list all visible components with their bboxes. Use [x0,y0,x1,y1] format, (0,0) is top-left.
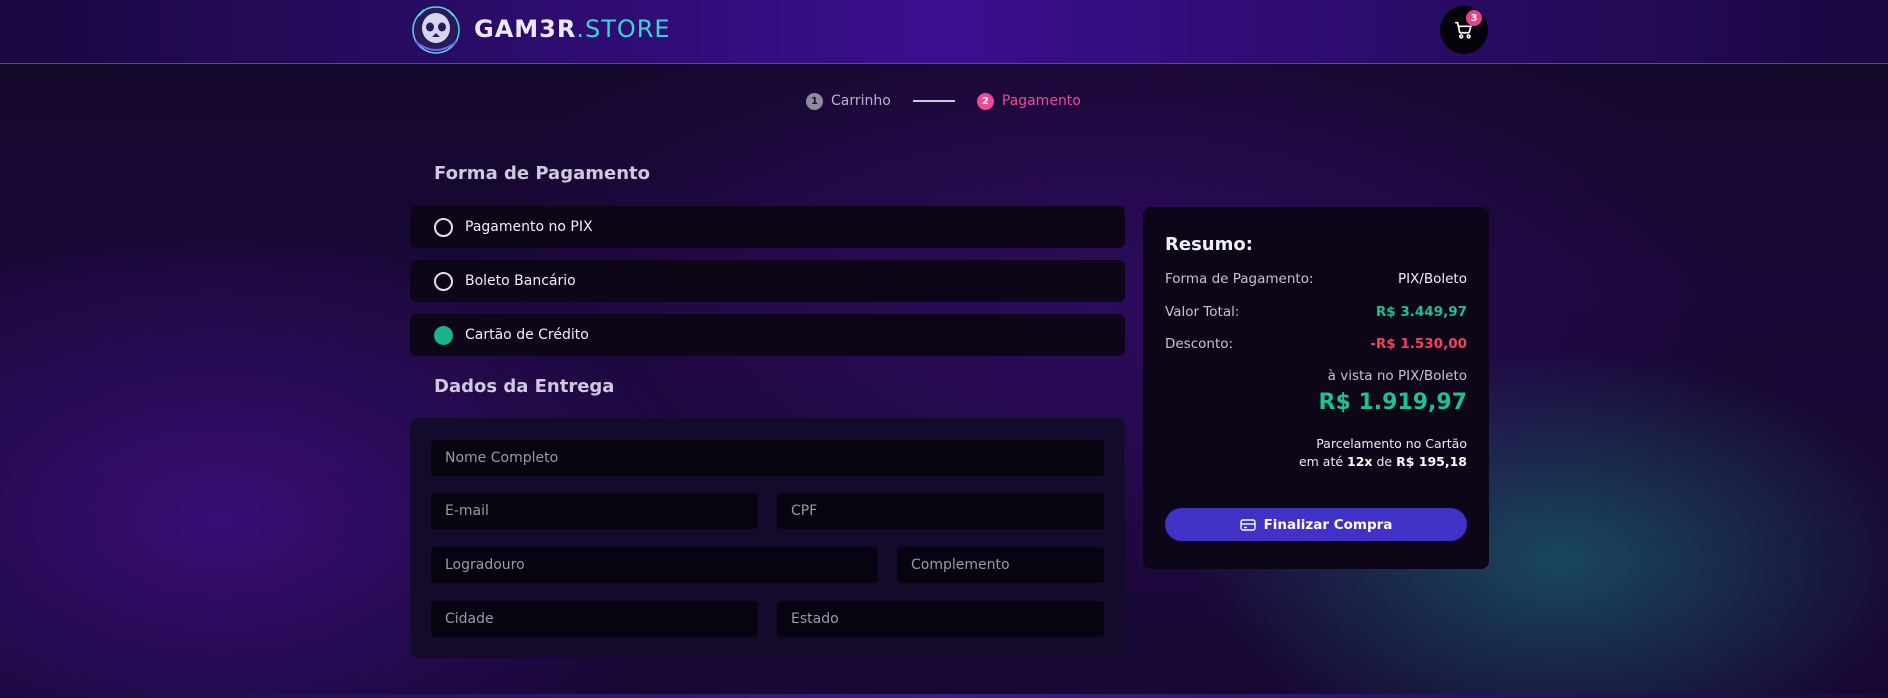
delivery-form [410,418,1125,658]
step-cart[interactable]: 1 Carrinho [806,92,891,110]
cart-count-badge: 3 [1466,10,1482,26]
complement-input[interactable] [897,547,1104,583]
order-summary: Resumo: Forma de Pagamento: PIX/Boleto V… [1143,207,1489,569]
street-input[interactable] [431,547,878,583]
logo-main-text: GAM3R [474,15,577,43]
payment-option-boleto[interactable]: Boleto Bancário [410,260,1125,302]
checkout-stepper: 1 Carrinho 2 Pagamento [806,90,1081,112]
payment-section-title: Forma de Pagamento [434,163,650,184]
cash-price-label: à vista no PIX/Boleto [1327,368,1467,384]
total-value: R$ 3.449,97 [1375,304,1467,320]
credit-card-icon [1239,518,1256,531]
installment-details: em até 12x de R$ 195,18 [1299,454,1467,469]
radio-icon[interactable] [434,271,453,291]
step-number: 2 [976,92,994,110]
bottom-border [0,694,1888,698]
payment-option-label: Boleto Bancário [465,273,576,289]
top-header: GAM3R.STORE 3 [0,0,1888,64]
summary-label: Forma de Pagamento: [1165,271,1314,287]
delivery-section-title: Dados da Entrega [434,376,615,397]
cash-price: R$ 1.919,97 [1318,390,1467,415]
step-number: 1 [806,92,823,110]
installment-value: R$ 195,18 [1396,454,1467,469]
logo-sub-text: .STORE [576,15,671,43]
summary-label: Desconto: [1165,336,1234,352]
email-input[interactable] [431,493,758,529]
radio-checked-icon[interactable] [434,325,453,345]
step-connector [912,100,955,102]
full-name-input[interactable] [431,440,1104,476]
city-input[interactable] [431,601,758,637]
installment-prefix: em até [1298,454,1344,469]
cpf-input[interactable] [777,493,1104,529]
finalize-purchase-button[interactable]: Finalizar Compra [1165,508,1467,541]
payment-option-label: Cartão de Crédito [465,327,589,343]
payment-option-credit-card[interactable]: Cartão de Crédito [410,314,1125,356]
logo-wordmark: GAM3R.STORE [474,15,671,43]
summary-value: PIX/Boleto [1397,271,1467,287]
summary-label: Valor Total: [1165,304,1240,320]
payment-option-pix[interactable]: Pagamento no PIX [410,206,1125,248]
store-logo[interactable]: GAM3R.STORE [410,2,671,56]
step-label: Pagamento [1001,93,1081,109]
installment-count: 12x [1347,454,1373,469]
installment-title: Parcelamento no Cartão [1316,436,1467,451]
summary-payment-method: Forma de Pagamento: PIX/Boleto [1165,271,1467,287]
step-label: Carrinho [831,93,891,109]
summary-title: Resumo: [1165,234,1253,255]
discount-value: -R$ 1.530,00 [1370,336,1467,352]
state-input[interactable] [777,601,1104,637]
radio-icon[interactable] [434,217,453,237]
installment-mid: de [1376,454,1393,469]
payment-option-label: Pagamento no PIX [465,219,593,235]
summary-total: Valor Total: R$ 3.449,97 [1165,304,1467,320]
cart-button[interactable]: 3 [1440,6,1488,54]
summary-discount: Desconto: -R$ 1.530,00 [1165,336,1467,352]
step-payment[interactable]: 2 Pagamento [976,92,1081,110]
finalize-button-label: Finalizar Compra [1263,516,1393,533]
gamer-skull-logo-icon [410,2,462,56]
